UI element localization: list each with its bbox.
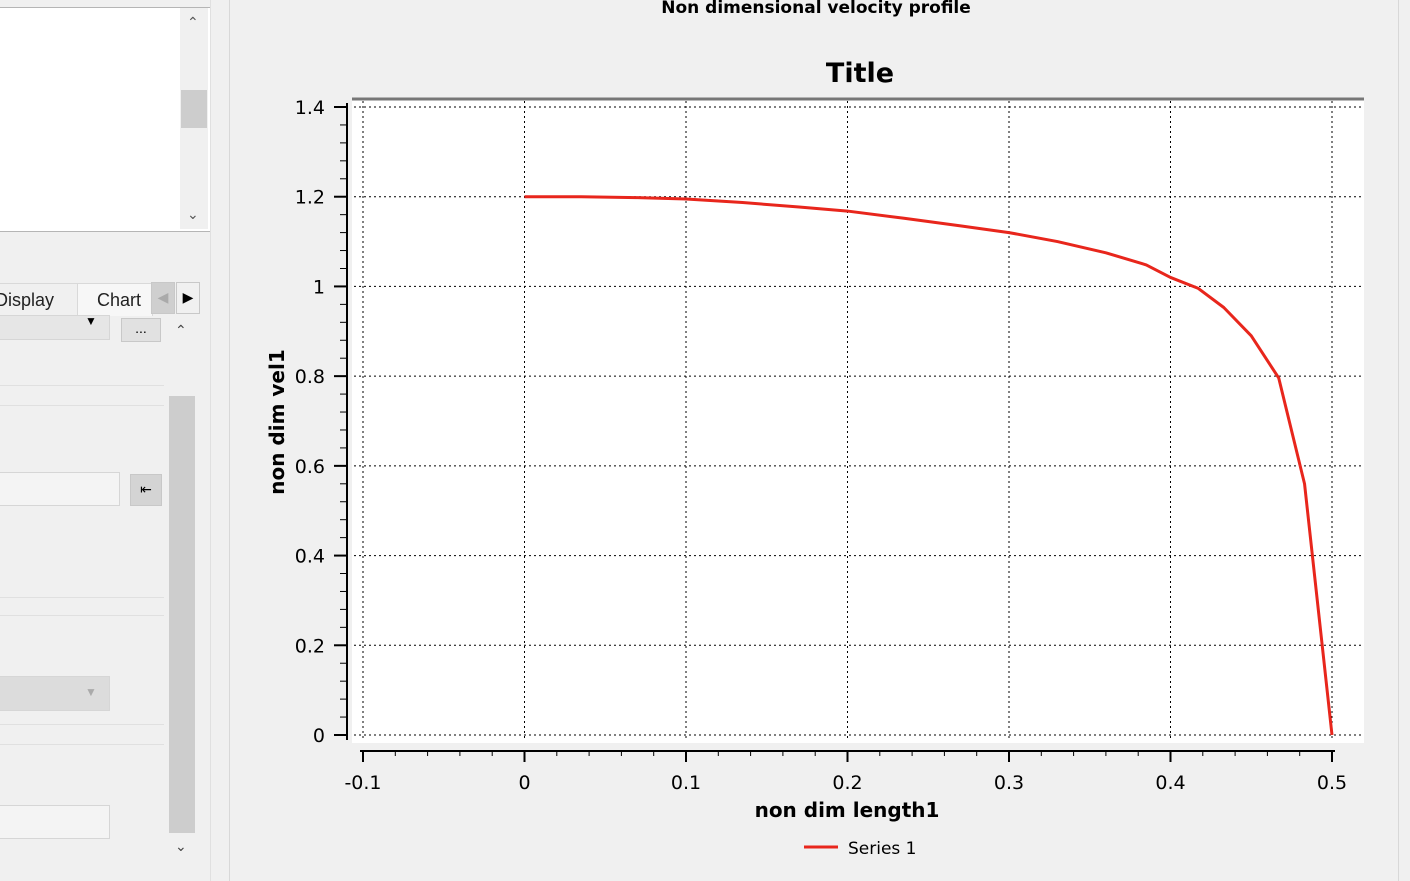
y-tick-label: 0.6 xyxy=(295,456,325,478)
y-axis-label: non dim vel1 xyxy=(265,349,289,495)
legend: Series 1 xyxy=(804,839,917,859)
x-tick-label: 0.1 xyxy=(671,772,701,794)
x-tick-label: 0.2 xyxy=(832,772,862,794)
y-tick-label: 1.2 xyxy=(295,187,325,209)
x-tick-label: -0.1 xyxy=(344,772,381,794)
legend-label: Series 1 xyxy=(848,839,917,859)
x-tick-label: 0.4 xyxy=(1155,772,1185,794)
chart: Title -0.1 0 0.1 0.2 0.3 0.4 0.5 0 0.2 0.4 0.6 0.8 1… xyxy=(265,58,1364,859)
plot-area xyxy=(352,99,1364,743)
x-tick-label: 0.3 xyxy=(994,772,1024,794)
chart-title: Title xyxy=(826,58,894,89)
x-tick-label: 0.5 xyxy=(1317,772,1347,794)
y-tick-label: 0.2 xyxy=(295,635,325,657)
y-tick-label: 0.8 xyxy=(295,366,325,388)
y-tick-label: 1 xyxy=(313,276,325,298)
y-tick-label: 0.4 xyxy=(295,546,325,568)
x-tick-label: 0 xyxy=(518,772,530,794)
y-tick-label: 0 xyxy=(313,725,325,747)
y-tick-label: 1.4 xyxy=(295,97,325,119)
x-axis-label: non dim length1 xyxy=(755,798,940,822)
